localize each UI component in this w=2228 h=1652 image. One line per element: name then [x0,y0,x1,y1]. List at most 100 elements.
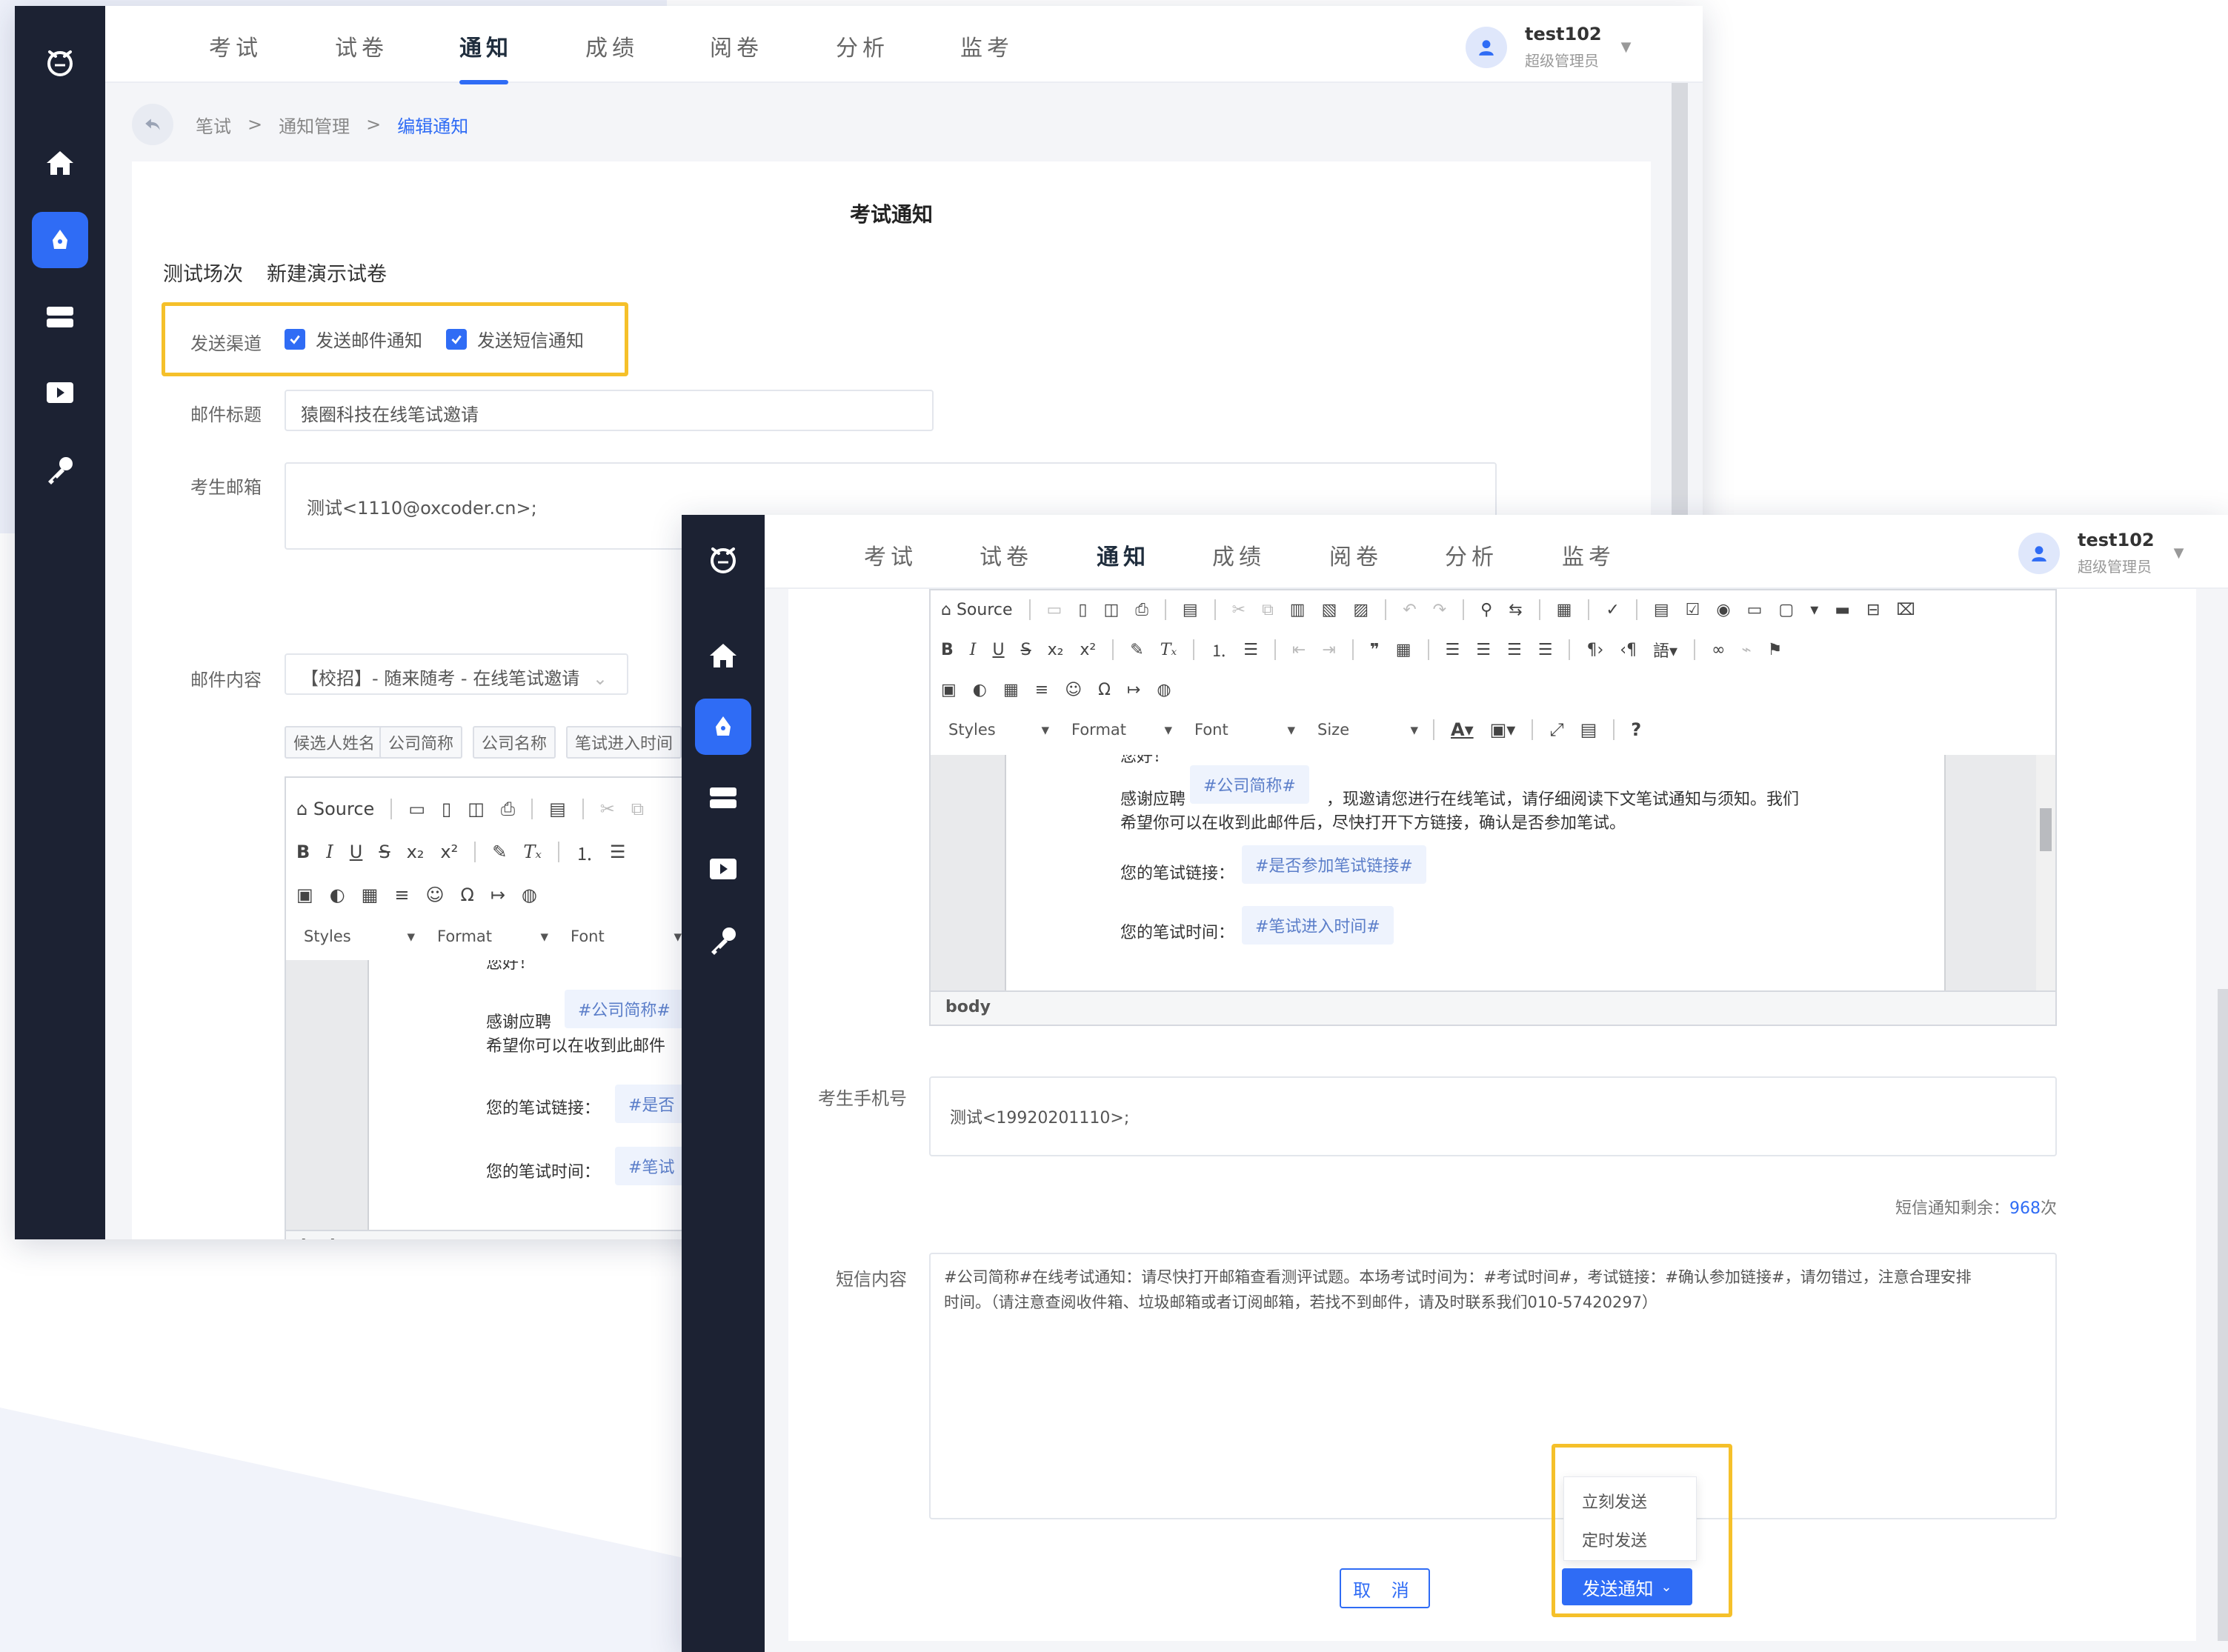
bullet-list-icon[interactable]: ☰ [1243,641,1258,659]
find-icon[interactable]: ⚲ [1480,601,1492,619]
tab-exam[interactable]: 考试 [209,30,262,62]
tab-proctor[interactable]: 监考 [1562,539,1615,571]
user-menu[interactable]: test102 超级管理员 ▼ [2018,530,2184,576]
save-icon[interactable]: ▭ [1047,601,1063,619]
rtl-icon[interactable]: ‹¶ [1620,641,1637,659]
phone-input[interactable]: 测试<19920201110>; [929,1076,2057,1156]
tab-papers[interactable]: 试卷 [335,30,388,62]
editor-scroll-thumb[interactable] [2040,808,2052,851]
tab-scores[interactable]: 成绩 [1212,539,1266,571]
save-icon[interactable]: ▭ [408,799,425,819]
video-icon[interactable] [695,841,751,897]
hiddenfield-icon[interactable]: ⌧ [1896,601,1915,619]
numbered-list-icon[interactable]: ⒈ [1211,638,1227,662]
template-select[interactable]: 【校招】- 随来随考 - 在线笔试邀请 ⌄ [285,653,628,695]
styles-combo[interactable]: Styles ▾ [941,721,1057,739]
font-combo[interactable]: Font ▾ [1187,721,1303,739]
tab-grading[interactable]: 阅卷 [1329,539,1383,571]
italic-icon[interactable]: I [326,842,333,862]
tag-company-name[interactable]: 公司名称 [473,726,556,759]
align-center-icon[interactable]: ☰ [1476,641,1491,659]
bg-color-icon[interactable]: ▣▾ [1490,719,1516,740]
numbered-list-icon[interactable]: ⒈ [576,839,593,865]
page-scrollbar[interactable] [2218,989,2228,1641]
user-menu[interactable]: test102 超级管理员 ▼ [1466,24,1631,70]
table-icon[interactable]: ▦ [362,885,379,905]
brush-icon[interactable]: ✎ [1130,641,1143,659]
preview-icon[interactable]: ◫ [468,799,485,819]
ltr-icon[interactable]: ¶› [1586,641,1603,659]
cut-icon[interactable]: ✂ [600,799,615,819]
template-icon[interactable]: ▤ [1183,601,1198,619]
print-icon[interactable]: ⎙ [1135,601,1148,619]
pen-icon[interactable] [695,699,751,755]
placeholder-company-short[interactable]: #公司简称# [565,990,684,1028]
send-notification-button[interactable]: 发送通知 ⌄ [1562,1568,1692,1605]
sms-content-textarea[interactable]: #公司简称#在线考试通知：请尽快打开邮箱查看测评试题。本场考试时间为：#考试时间… [929,1253,2057,1519]
indent-icon[interactable]: ⇥ [1322,641,1335,659]
placeholder-time[interactable]: #笔试进入时间# [1242,906,1394,945]
send-scheduled-option[interactable]: 定时发送 [1582,1528,1647,1551]
hr-icon[interactable]: ≡ [394,885,409,905]
breadcrumb-item[interactable]: 笔试 [196,112,231,138]
redo-icon[interactable]: ↷ [1433,601,1446,619]
undo-icon[interactable]: ↶ [1403,601,1416,619]
button-icon[interactable]: ▬ [1835,601,1850,619]
globe-icon[interactable]: ◍ [522,885,537,905]
copy-icon[interactable]: ⧉ [1262,601,1274,619]
preview-icon[interactable]: ◫ [1103,601,1119,619]
breadcrumb-item[interactable]: 通知管理 [279,112,350,138]
tab-scores[interactable]: 成绩 [585,30,639,62]
smiley-icon[interactable]: ☺ [1065,681,1082,699]
italic-icon[interactable]: I [970,641,977,659]
source-button[interactable]: ⌂ Source [941,601,1013,619]
underline-icon[interactable]: U [350,842,363,862]
key-icon[interactable] [32,442,88,498]
unlink-icon[interactable]: ⌁ [1741,641,1751,659]
blockquote-icon[interactable]: ❞ [1370,641,1380,659]
pagebreak-icon[interactable]: ↦ [491,885,505,905]
tab-papers[interactable]: 试卷 [980,539,1033,571]
link-icon[interactable]: ∞ [1712,641,1725,659]
globe-icon[interactable]: ◍ [1157,681,1171,699]
underline-icon[interactable]: U [992,641,1004,659]
clear-format-icon[interactable]: Tₓ [523,842,542,862]
clear-format-icon[interactable]: Tₓ [1160,641,1177,659]
checkbox-icon[interactable]: ☑ [1686,601,1700,619]
placeholder-company-short[interactable]: #公司简称# [1190,765,1309,804]
send-now-option[interactable]: 立刻发送 [1582,1489,1647,1513]
hr-icon[interactable]: ≡ [1035,681,1048,699]
bold-icon[interactable]: B [941,641,954,659]
superscript-icon[interactable]: x² [440,842,458,862]
copy-icon[interactable]: ⧉ [631,799,644,819]
image-icon[interactable]: ▣ [941,681,957,699]
replace-icon[interactable]: ⇆ [1509,601,1522,619]
tag-candidate-name[interactable]: 候选人姓名 [285,726,385,759]
sms-channel-checkbox[interactable]: 发送短信通知 [446,326,584,352]
text-color-icon[interactable]: A▾ [1451,719,1474,740]
image-icon[interactable]: ▣ [296,885,313,905]
paste-text-icon[interactable]: ▧ [1322,601,1337,619]
tab-notifications[interactable]: 通知 [459,30,513,84]
home-icon[interactable] [695,627,751,684]
logo-icon[interactable] [695,531,751,587]
back-icon[interactable] [132,104,173,145]
align-justify-icon[interactable]: ☰ [1538,641,1553,659]
align-left-icon[interactable]: ☰ [1446,641,1460,659]
imagebutton-icon[interactable]: ⊟ [1866,601,1880,619]
div-icon[interactable]: ▦ [1396,641,1411,659]
omega-icon[interactable]: Ω [460,885,473,905]
placeholder-link[interactable]: #是否 [615,1085,688,1123]
font-combo[interactable]: Font ▾ [563,927,689,945]
new-page-icon[interactable]: ▯ [1078,601,1087,619]
tab-exam[interactable]: 考试 [864,539,917,571]
template-icon[interactable]: ▤ [549,799,566,819]
tab-analysis[interactable]: 分析 [836,30,889,62]
cut-icon[interactable]: ✂ [1232,601,1246,619]
paste-word-icon[interactable]: ▨ [1353,601,1369,619]
superscript-icon[interactable]: x² [1080,641,1096,659]
new-page-icon[interactable]: ▯ [442,799,451,819]
logo-icon[interactable] [32,34,88,90]
size-combo[interactable]: Size ▾ [1310,721,1426,739]
editor-scrollbar[interactable] [2036,755,2055,990]
